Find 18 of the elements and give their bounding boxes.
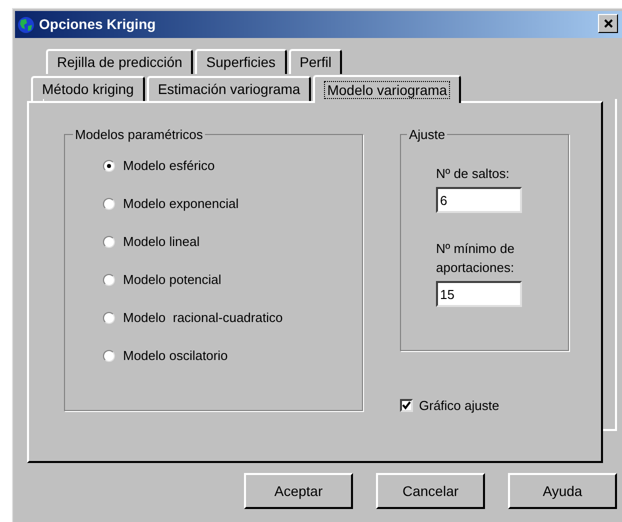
dialog-button[interactable]: Aceptar (244, 473, 353, 509)
window-title: Opciones Kriging (39, 15, 156, 34)
radio-label: Modelo oscilatorio (123, 347, 228, 366)
radio-label: Modelo lineal (123, 233, 200, 252)
input-field[interactable]: 6 (436, 187, 522, 213)
tab[interactable]: Superficies (195, 49, 287, 74)
checkbox-label: Gráfico ajuste (419, 397, 500, 415)
radio-label: Modelo esférico (123, 157, 215, 176)
dialog-button[interactable]: Ayuda (508, 473, 617, 509)
radio-label: Modelo potencial (123, 271, 222, 290)
field-label: Nº de saltos: (436, 165, 510, 183)
tab[interactable]: Rejilla de predicción (46, 49, 194, 74)
input-field[interactable]: 15 (436, 281, 522, 307)
radio-label: Modelo racional-cuadratico (123, 309, 283, 328)
tab[interactable]: Modelo variograma (313, 75, 462, 103)
dialog-button[interactable]: Cancelar (376, 473, 485, 509)
field-label: Nº mínimo de aportaciones: (436, 240, 516, 277)
radio-label: Modelo exponencial (123, 195, 239, 214)
